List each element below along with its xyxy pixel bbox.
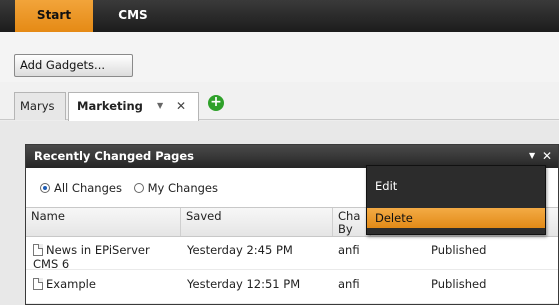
cell-status: Published <box>431 243 487 257</box>
table-row[interactable]: News in EPiServer CMS 6 Yesterday 2:45 P… <box>26 238 558 271</box>
radio-all-changes[interactable] <box>40 183 50 193</box>
page-icon <box>33 278 43 290</box>
cell-status: Published <box>431 277 487 291</box>
radio-all-changes-label: All Changes <box>54 181 122 195</box>
cell-name[interactable]: Example <box>33 272 178 291</box>
column-header-name[interactable]: Name <box>26 208 181 236</box>
gadget-title: Recently Changed Pages <box>34 149 194 163</box>
add-gadgets-button[interactable]: Add Gadgets... <box>14 54 133 77</box>
page-icon <box>33 244 43 256</box>
cell-saved: Yesterday 2:45 PM <box>187 243 293 257</box>
change-filter: All Changes My Changes <box>40 181 226 195</box>
tab-marketing[interactable]: Marketing ▼ ✕ <box>68 92 199 121</box>
close-icon[interactable]: ✕ <box>176 93 186 119</box>
tab-marketing-label: Marketing <box>77 99 143 113</box>
row-name-text: Example <box>46 277 96 291</box>
column-header-saved[interactable]: Saved <box>181 208 333 236</box>
gadget-context-menu: Edit Delete <box>366 165 546 235</box>
tab-cms[interactable]: CMS <box>93 0 173 32</box>
tab-start[interactable]: Start <box>15 0 93 32</box>
tab-marys[interactable]: Marys <box>14 92 66 120</box>
chevron-down-icon[interactable]: ▼ <box>157 93 163 119</box>
gadget-close-icon[interactable]: ✕ <box>542 145 552 167</box>
cell-name[interactable]: News in EPiServer CMS 6 <box>33 238 178 271</box>
cell-changed-by: anfi <box>338 243 360 257</box>
cell-saved: Yesterday 12:51 PM <box>187 277 301 291</box>
top-navigation: Start CMS <box>0 0 559 32</box>
radio-my-changes-label: My Changes <box>147 181 218 195</box>
menu-item-edit[interactable]: Edit <box>367 176 545 196</box>
toolbar: Add Gadgets... <box>0 32 559 82</box>
tab-marys-label: Marys <box>20 99 55 113</box>
gadget-menu-chevron-icon[interactable]: ▼ <box>529 145 535 167</box>
table-row[interactable]: Example Yesterday 12:51 PM anfi Publishe… <box>26 272 558 304</box>
plus-circle-icon[interactable]: + <box>208 95 224 111</box>
menu-item-delete[interactable]: Delete <box>367 208 545 228</box>
row-name-text: News in EPiServer CMS 6 <box>33 243 150 271</box>
radio-my-changes[interactable] <box>133 183 144 193</box>
cell-changed-by: anfi <box>338 277 360 291</box>
dashboard-tab-bar: Marys Marketing ▼ ✕ <box>0 82 559 121</box>
